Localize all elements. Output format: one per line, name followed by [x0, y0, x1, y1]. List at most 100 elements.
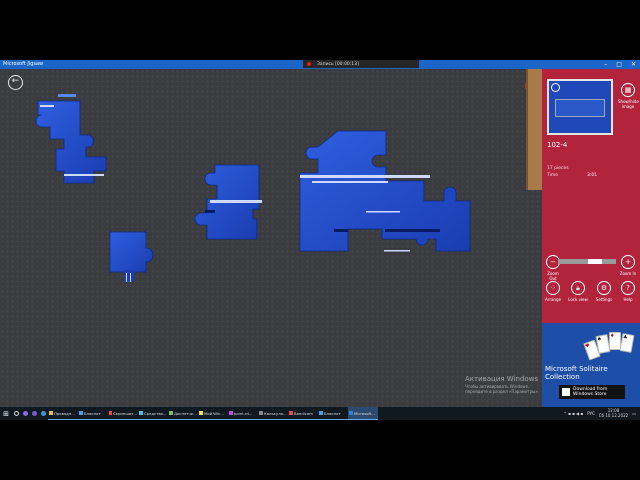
gear-icon: ⚙: [597, 281, 611, 295]
clock-date: Сб 10.12.2022: [598, 412, 629, 418]
edge-icon[interactable]: [39, 407, 48, 420]
recorder-status: Запись [00:00:13]: [317, 61, 359, 67]
wood-tray: [526, 69, 542, 190]
viber-icon[interactable]: [30, 407, 39, 420]
zoom-in-label: Zoom In: [619, 271, 637, 276]
app-label: Блокнот: [324, 410, 341, 416]
taskbar-app-button[interactable]: Bandicam: [288, 407, 318, 420]
app-icon: [139, 411, 143, 415]
magnifier-icon: [551, 83, 560, 92]
zoom-in-button[interactable]: + Zoom In: [618, 255, 638, 276]
piece-cluster-4[interactable]: [299, 130, 471, 252]
taskbar-app-button[interactable]: Блокнот: [318, 407, 348, 420]
lock-icon: 🔒︎: [571, 281, 585, 295]
zoom-slider-thumb[interactable]: [587, 259, 602, 264]
time-label: Time: [547, 173, 559, 178]
system-tray: ⌃ ▪ ▪ ◀ ▪ РУС 12:08 Сб 10.12.2022 ▭: [563, 407, 640, 420]
arrange-icon: ⁘: [546, 281, 560, 295]
app-label: Мой Win...: [204, 410, 225, 416]
show-image-button[interactable]: ▦ Show/hide image: [618, 83, 639, 109]
card-icon: ♣: [619, 333, 635, 353]
app-label: Блокнот: [84, 410, 101, 416]
taskbar-app-button[interactable]: Средство...: [138, 407, 168, 420]
taskbar-app-button[interactable]: point.rd...: [228, 407, 258, 420]
activation-watermark: Активация Windows Чтобы активировать Win…: [465, 375, 542, 394]
settings-button[interactable]: ⚙ Settings: [593, 281, 615, 302]
solitaire-ad[interactable]: ♥ ♠ ♦ ♣ Microsoft Solitaire Collection D…: [542, 323, 640, 407]
record-icon: [307, 62, 311, 66]
taskbar-app-button[interactable]: Microsoft...: [348, 407, 378, 420]
app-label: point.rd...: [234, 410, 253, 416]
notification-icon[interactable]: ▭: [632, 411, 636, 416]
app-icon: [109, 411, 113, 415]
screen: Microsoft Jigsaw – □ ✕ Запись [00:00:13]…: [0, 0, 640, 480]
letterbox-top: [0, 0, 640, 60]
maximize-button[interactable]: □: [616, 61, 622, 68]
app-label: Microsoft...: [354, 410, 375, 416]
app-label: Калькуля...: [264, 410, 287, 416]
help-button[interactable]: ? Help: [618, 281, 638, 302]
tray-icons[interactable]: ⌃ ▪ ▪ ◀ ▪: [563, 411, 583, 416]
taskbar-app-button[interactable]: Скриншот...: [108, 407, 138, 420]
image-toggle-icon: ▦: [621, 83, 635, 97]
windows-store-button[interactable]: Download from Windows Store: [559, 385, 625, 399]
taskbar-app-button[interactable]: Мой Win...: [198, 407, 228, 420]
app-label: Скриншот...: [113, 410, 137, 416]
taskbar-app-button[interactable]: Диспетче...: [168, 407, 198, 420]
cortana-icon[interactable]: [21, 407, 30, 420]
app-icon: [229, 411, 233, 415]
help-icon: ?: [621, 281, 635, 295]
pieces-count: 17 pieces: [547, 166, 569, 171]
preview-image-inner: [555, 99, 605, 117]
app-icon: [289, 411, 293, 415]
arrange-label: Arrange: [545, 297, 561, 302]
start-button[interactable]: ⊞: [0, 407, 12, 420]
close-button[interactable]: ✕: [631, 61, 636, 68]
app-icon: [349, 411, 353, 415]
zoom-out-label: Zoom Out: [547, 271, 559, 281]
show-image-label: Show/hide image: [618, 99, 639, 109]
app-icon: [259, 411, 263, 415]
side-panel: ▦ Show/hide image 102-4 17 pieces Time 3…: [526, 69, 640, 407]
taskbar-app-button[interactable]: Блокнот: [78, 407, 108, 420]
taskbar-app-button[interactable]: Калькуля...: [258, 407, 288, 420]
clock[interactable]: 12:08 Сб 10.12.2022: [598, 408, 629, 418]
lock-view-label: Lock view: [568, 297, 588, 302]
app-label: Проводн...: [54, 410, 75, 416]
minimize-button[interactable]: –: [604, 61, 607, 68]
taskbar-app-button[interactable]: Проводн...: [48, 407, 78, 420]
ad-title: Microsoft Solitaire Collection: [545, 365, 608, 381]
recorder-bar[interactable]: Запись [00:00:13]: [303, 60, 419, 68]
app-icon: [49, 411, 53, 415]
zoom-in-icon: +: [621, 255, 635, 269]
app-icon: [79, 411, 83, 415]
arrange-button[interactable]: ⁘ Arrange: [542, 281, 564, 302]
taskbar: ⊞ Проводн... Блокнот Скриншот... Средство..…: [0, 407, 640, 420]
app-label: Средство...: [144, 410, 167, 416]
app-label: Диспетче...: [174, 410, 197, 416]
piece-cluster-1[interactable]: [35, 94, 107, 184]
settings-label: Settings: [595, 297, 613, 302]
time-value: 3:01: [587, 173, 598, 178]
taskbar-apps: Проводн... Блокнот Скриншот... Средство... Д…: [48, 407, 378, 420]
app-label: Bandicam: [294, 410, 313, 416]
app-icon: [319, 411, 323, 415]
piece-cluster-2[interactable]: [194, 164, 262, 240]
window-controls: – □ ✕: [604, 60, 636, 69]
search-icon[interactable]: [12, 407, 21, 420]
pieces-canvas[interactable]: [0, 69, 542, 407]
window-title: Microsoft Jigsaw: [3, 61, 44, 67]
zoom-slider[interactable]: [558, 259, 616, 264]
store-line-2: Windows Store: [573, 392, 607, 397]
image-preview[interactable]: [547, 79, 613, 135]
lock-view-button[interactable]: 🔒︎ Lock view: [566, 281, 590, 302]
puzzle-board[interactable]: ← ›: [0, 69, 542, 407]
windows-logo-icon: [562, 388, 570, 396]
piece-cluster-3[interactable]: [109, 231, 154, 282]
letterbox-bottom: [0, 420, 640, 480]
app-icon: [199, 411, 203, 415]
language-indicator[interactable]: РУС: [587, 411, 595, 416]
help-label: Help: [623, 297, 633, 302]
watermark-subtitle: Чтобы активировать Windows, перейдите в …: [465, 384, 540, 394]
watermark-title: Активация Windows: [465, 375, 539, 383]
